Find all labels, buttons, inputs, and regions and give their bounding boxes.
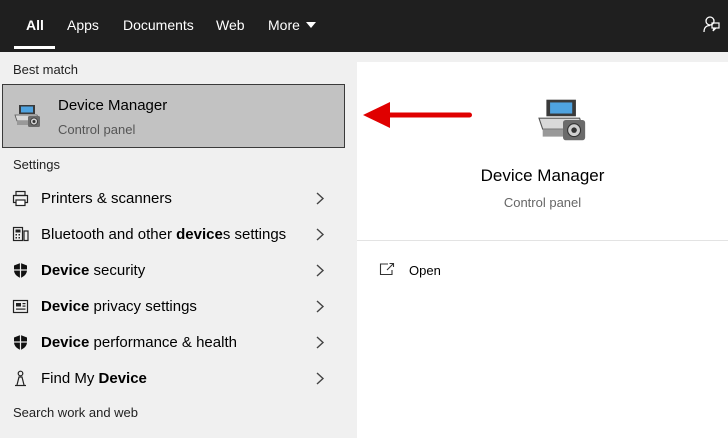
chevron-right-icon (316, 300, 325, 313)
tab-web[interactable]: Web (216, 17, 245, 33)
best-match-subtitle: Control panel (58, 122, 136, 137)
tab-apps[interactable]: Apps (67, 17, 99, 33)
divider (357, 240, 728, 241)
shield-icon (14, 335, 27, 350)
detail-subtitle: Control panel (503, 195, 582, 210)
device-manager-icon (538, 99, 586, 141)
best-match-item[interactable]: Device Manager Control panel (2, 84, 345, 148)
section-settings: Settings (13, 157, 60, 172)
search-filter-tabs: All Apps Documents Web More (0, 0, 728, 52)
chevron-right-icon (316, 372, 325, 385)
section-search-web: Search work and web (13, 405, 139, 420)
chevron-down-icon[interactable] (306, 22, 316, 28)
settings-item-bluetooth[interactable]: Bluetooth and other devices settings (0, 216, 345, 252)
privacy-icon (12, 299, 29, 314)
open-icon (379, 262, 395, 276)
feedback-icon[interactable] (702, 15, 720, 33)
best-match-title: Device Manager (58, 97, 168, 114)
settings-item-printers[interactable]: Printers & scanners (0, 180, 345, 216)
person-pin-icon (15, 370, 26, 387)
detail-top-band (357, 52, 728, 62)
settings-item-find-my-device[interactable]: Find My Device (0, 360, 345, 396)
tab-all[interactable]: All (26, 17, 44, 33)
tab-more[interactable]: More (268, 17, 300, 33)
chevron-right-icon (316, 336, 325, 349)
results-list: Best match Device Manager Control panel … (0, 52, 357, 438)
chevron-right-icon (316, 192, 325, 205)
settings-item-device-security[interactable]: Device security (0, 252, 345, 288)
printer-icon (12, 190, 29, 207)
bluetooth-devices-icon (12, 226, 29, 242)
settings-item-device-privacy[interactable]: Device privacy settings (0, 288, 345, 324)
settings-item-device-performance[interactable]: Device performance & health (0, 324, 345, 360)
open-label: Open (409, 263, 441, 278)
device-manager-icon (14, 105, 40, 127)
tab-documents[interactable]: Documents (123, 17, 194, 33)
annotation-arrow-icon (363, 102, 472, 128)
shield-icon (14, 263, 27, 278)
open-button[interactable]: Open (379, 260, 499, 282)
chevron-right-icon (316, 264, 325, 277)
active-tab-indicator (14, 46, 55, 49)
section-best-match: Best match (13, 62, 79, 77)
chevron-right-icon (316, 228, 325, 241)
scrollbar-track[interactable] (345, 52, 357, 438)
detail-title: Device Manager (480, 166, 605, 185)
